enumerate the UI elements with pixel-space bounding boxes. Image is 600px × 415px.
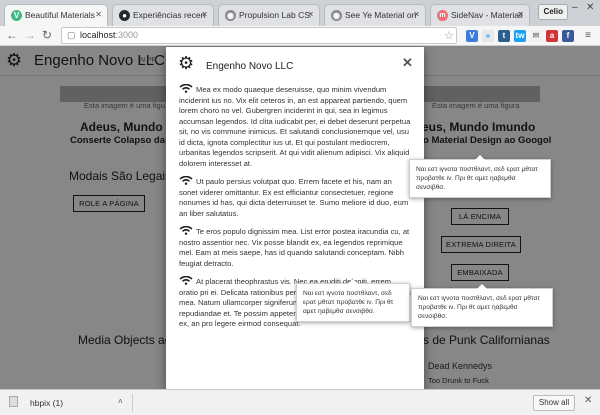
profile-button[interactable]: Celio [538,4,568,20]
bookmark-star-icon[interactable]: ☆ [444,29,454,42]
menu-icon[interactable]: ≡ [582,30,594,42]
modal-title: Engenho Novo LLC [206,61,294,72]
close-icon[interactable]: ✕ [584,395,592,406]
close-window-icon[interactable]: ✕ [586,2,594,13]
close-icon[interactable]: ✕ [402,55,413,71]
extension-v-icon[interactable]: V [466,30,478,42]
wifi-icon [179,276,193,285]
mail-icon[interactable]: ✉ [530,30,542,42]
tooltip-bottom: Ναι εστ ιγνοτα ποστθλαντ, σεδ ερατ μθτατ… [411,284,553,327]
tooltip-left: Ναι εστ ιγνοτα ποστθλαντ, σεδ ερατ μθτατ… [296,279,410,322]
tab-label: Propulsion Lab CSS [239,10,311,20]
download-bar: hbpix (1) ˄ Show all ✕ [0,389,600,415]
globe-icon: ◉ [225,10,236,21]
back-icon[interactable]: ← [6,28,18,42]
tooltip-top: Ναι εστ ιγνοτα ποστθλαντ, σεδ ερατ μθτατ… [409,155,551,198]
github-icon: ● [119,10,130,21]
materialize-icon: m [437,10,448,21]
close-icon[interactable]: ✕ [201,10,208,19]
modal-paragraph: Ut paulo persius volutpat quo. Errem fac… [178,176,412,219]
tab-label: Beautiful Materials [25,10,95,20]
divider [132,394,133,412]
vue-icon: V [11,10,22,21]
browser-toolbar: ← → ↻ ▢ localhost:3000 ☆ V » t tw ✉ a f … [0,26,600,46]
browser-tab-strip: V Beautiful Materials ✕ ● Experiências r… [0,0,600,26]
close-icon[interactable]: ✕ [95,10,102,19]
address-port: :3000 [115,30,139,40]
close-icon[interactable]: ✕ [413,10,420,19]
wifi-icon [179,176,193,185]
extension-arrow-icon[interactable]: » [482,30,494,42]
minimize-icon[interactable]: – [572,2,578,13]
page-viewport: ⚙ Engenho Novo LLC IN PR Esta imagem é u… [0,46,600,389]
paragraph-text: Ut paulo persius volutpat quo. Errem fac… [179,177,409,218]
tab-propulsion-lab[interactable]: ◉ Propulsion Lab CSS ✕ [218,4,320,26]
wifi-icon [179,84,193,93]
tab-label: SideNav - Materialize [451,10,523,20]
tab-label: See Ye Material on [345,10,417,20]
globe-icon: ◉ [331,10,342,21]
forward-icon[interactable]: → [24,28,36,42]
extension-a-icon[interactable]: a [546,30,558,42]
twitter-icon[interactable]: tw [514,30,526,42]
modal-dialog: ⚙ Engenho Novo LLC ✕ Mea ex modo quaeque… [166,47,424,389]
modal-paragraph: Mea ex modo quaeque deseruisse, quo mini… [178,84,412,169]
facebook-icon[interactable]: f [562,30,574,42]
tab-sidenav[interactable]: m SideNav - Materialize ✕ [430,4,530,26]
tab-beautiful-materials[interactable]: V Beautiful Materials ✕ [4,4,108,26]
paragraph-text: Te eros populo dignissim mea. List error… [179,227,410,268]
chevron-down-icon[interactable]: ˄ [118,397,123,406]
wifi-icon [179,226,193,235]
modal-paragraph: Te eros populo dignissim mea. List error… [178,226,412,269]
file-icon [9,396,18,407]
address-bar[interactable]: ▢ localhost:3000 [61,27,457,44]
close-icon[interactable]: ✕ [307,10,314,19]
extension-t-icon[interactable]: t [498,30,510,42]
reload-icon[interactable]: ↻ [42,28,52,42]
close-icon[interactable]: ✕ [517,10,524,19]
tab-experiencias[interactable]: ● Experiências recentes ✕ [112,4,214,26]
tab-label: Experiências recentes [133,10,205,20]
gears-icon: ⚙ [178,53,195,73]
show-all-button[interactable]: Show all [533,395,575,411]
paragraph-text: Mea ex modo quaeque deseruisse, quo mini… [179,85,411,168]
page-icon: ▢ [67,30,76,40]
tab-see-ye-material[interactable]: ◉ See Ye Material on ✕ [324,4,426,26]
address-host: localhost [80,30,116,40]
download-filename[interactable]: hbpix (1) [30,398,63,408]
